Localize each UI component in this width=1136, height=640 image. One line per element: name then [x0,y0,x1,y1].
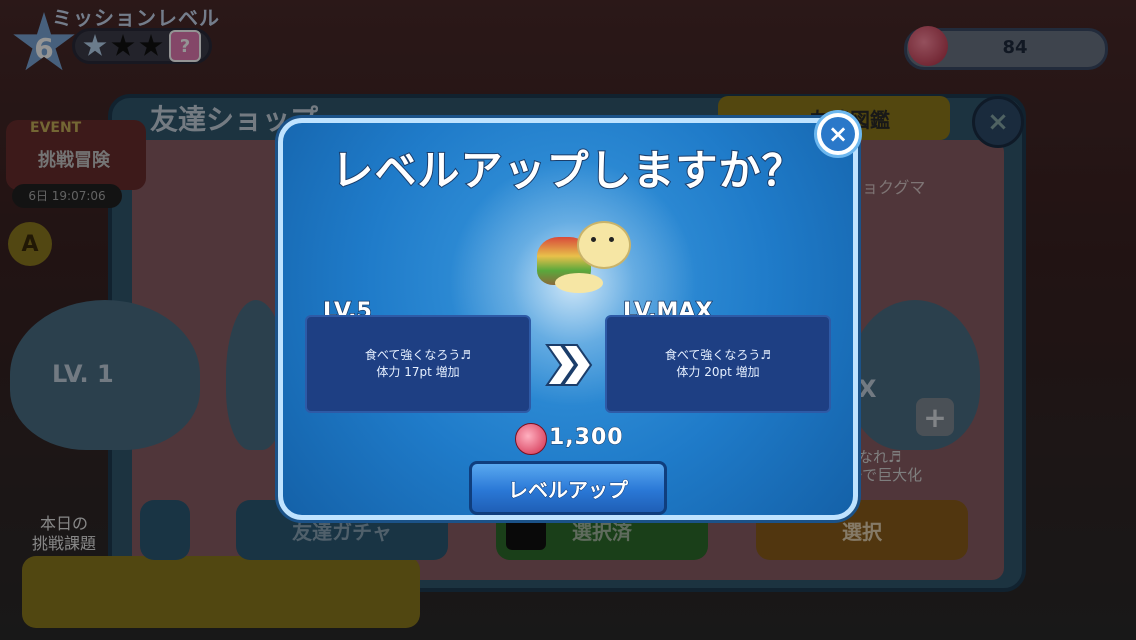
levelup-button[interactable]: レベルアップ [469,461,667,515]
shell-cost-icon [515,423,547,455]
dialog-close-button[interactable]: × [814,110,862,158]
current-level-box: 食べて強くなろう♬ 体力 17pt 増加 [305,315,531,413]
levelup-cost: 1,300 [549,425,624,451]
double-chevron-right-icon [545,344,593,386]
levelup-dialog: レベルアップしますか？ LV.5 食べて強くなろう♬ 体力 17pt 増加 LV… [278,118,858,520]
dialog-title: レベルアップしますか？ [330,145,805,196]
next-desc-line1: 食べて強くなろう♬ [664,348,772,362]
next-level-box: 食べて強くなろう♬ 体力 20pt 増加 [605,315,831,413]
next-desc-line2: 体力 20pt 増加 [676,365,760,379]
current-desc-line2: 体力 17pt 増加 [376,365,460,379]
turtle-friend-icon [533,217,633,297]
close-icon: × [821,117,855,151]
current-desc-line1: 食べて強くなろう♬ [364,348,472,362]
